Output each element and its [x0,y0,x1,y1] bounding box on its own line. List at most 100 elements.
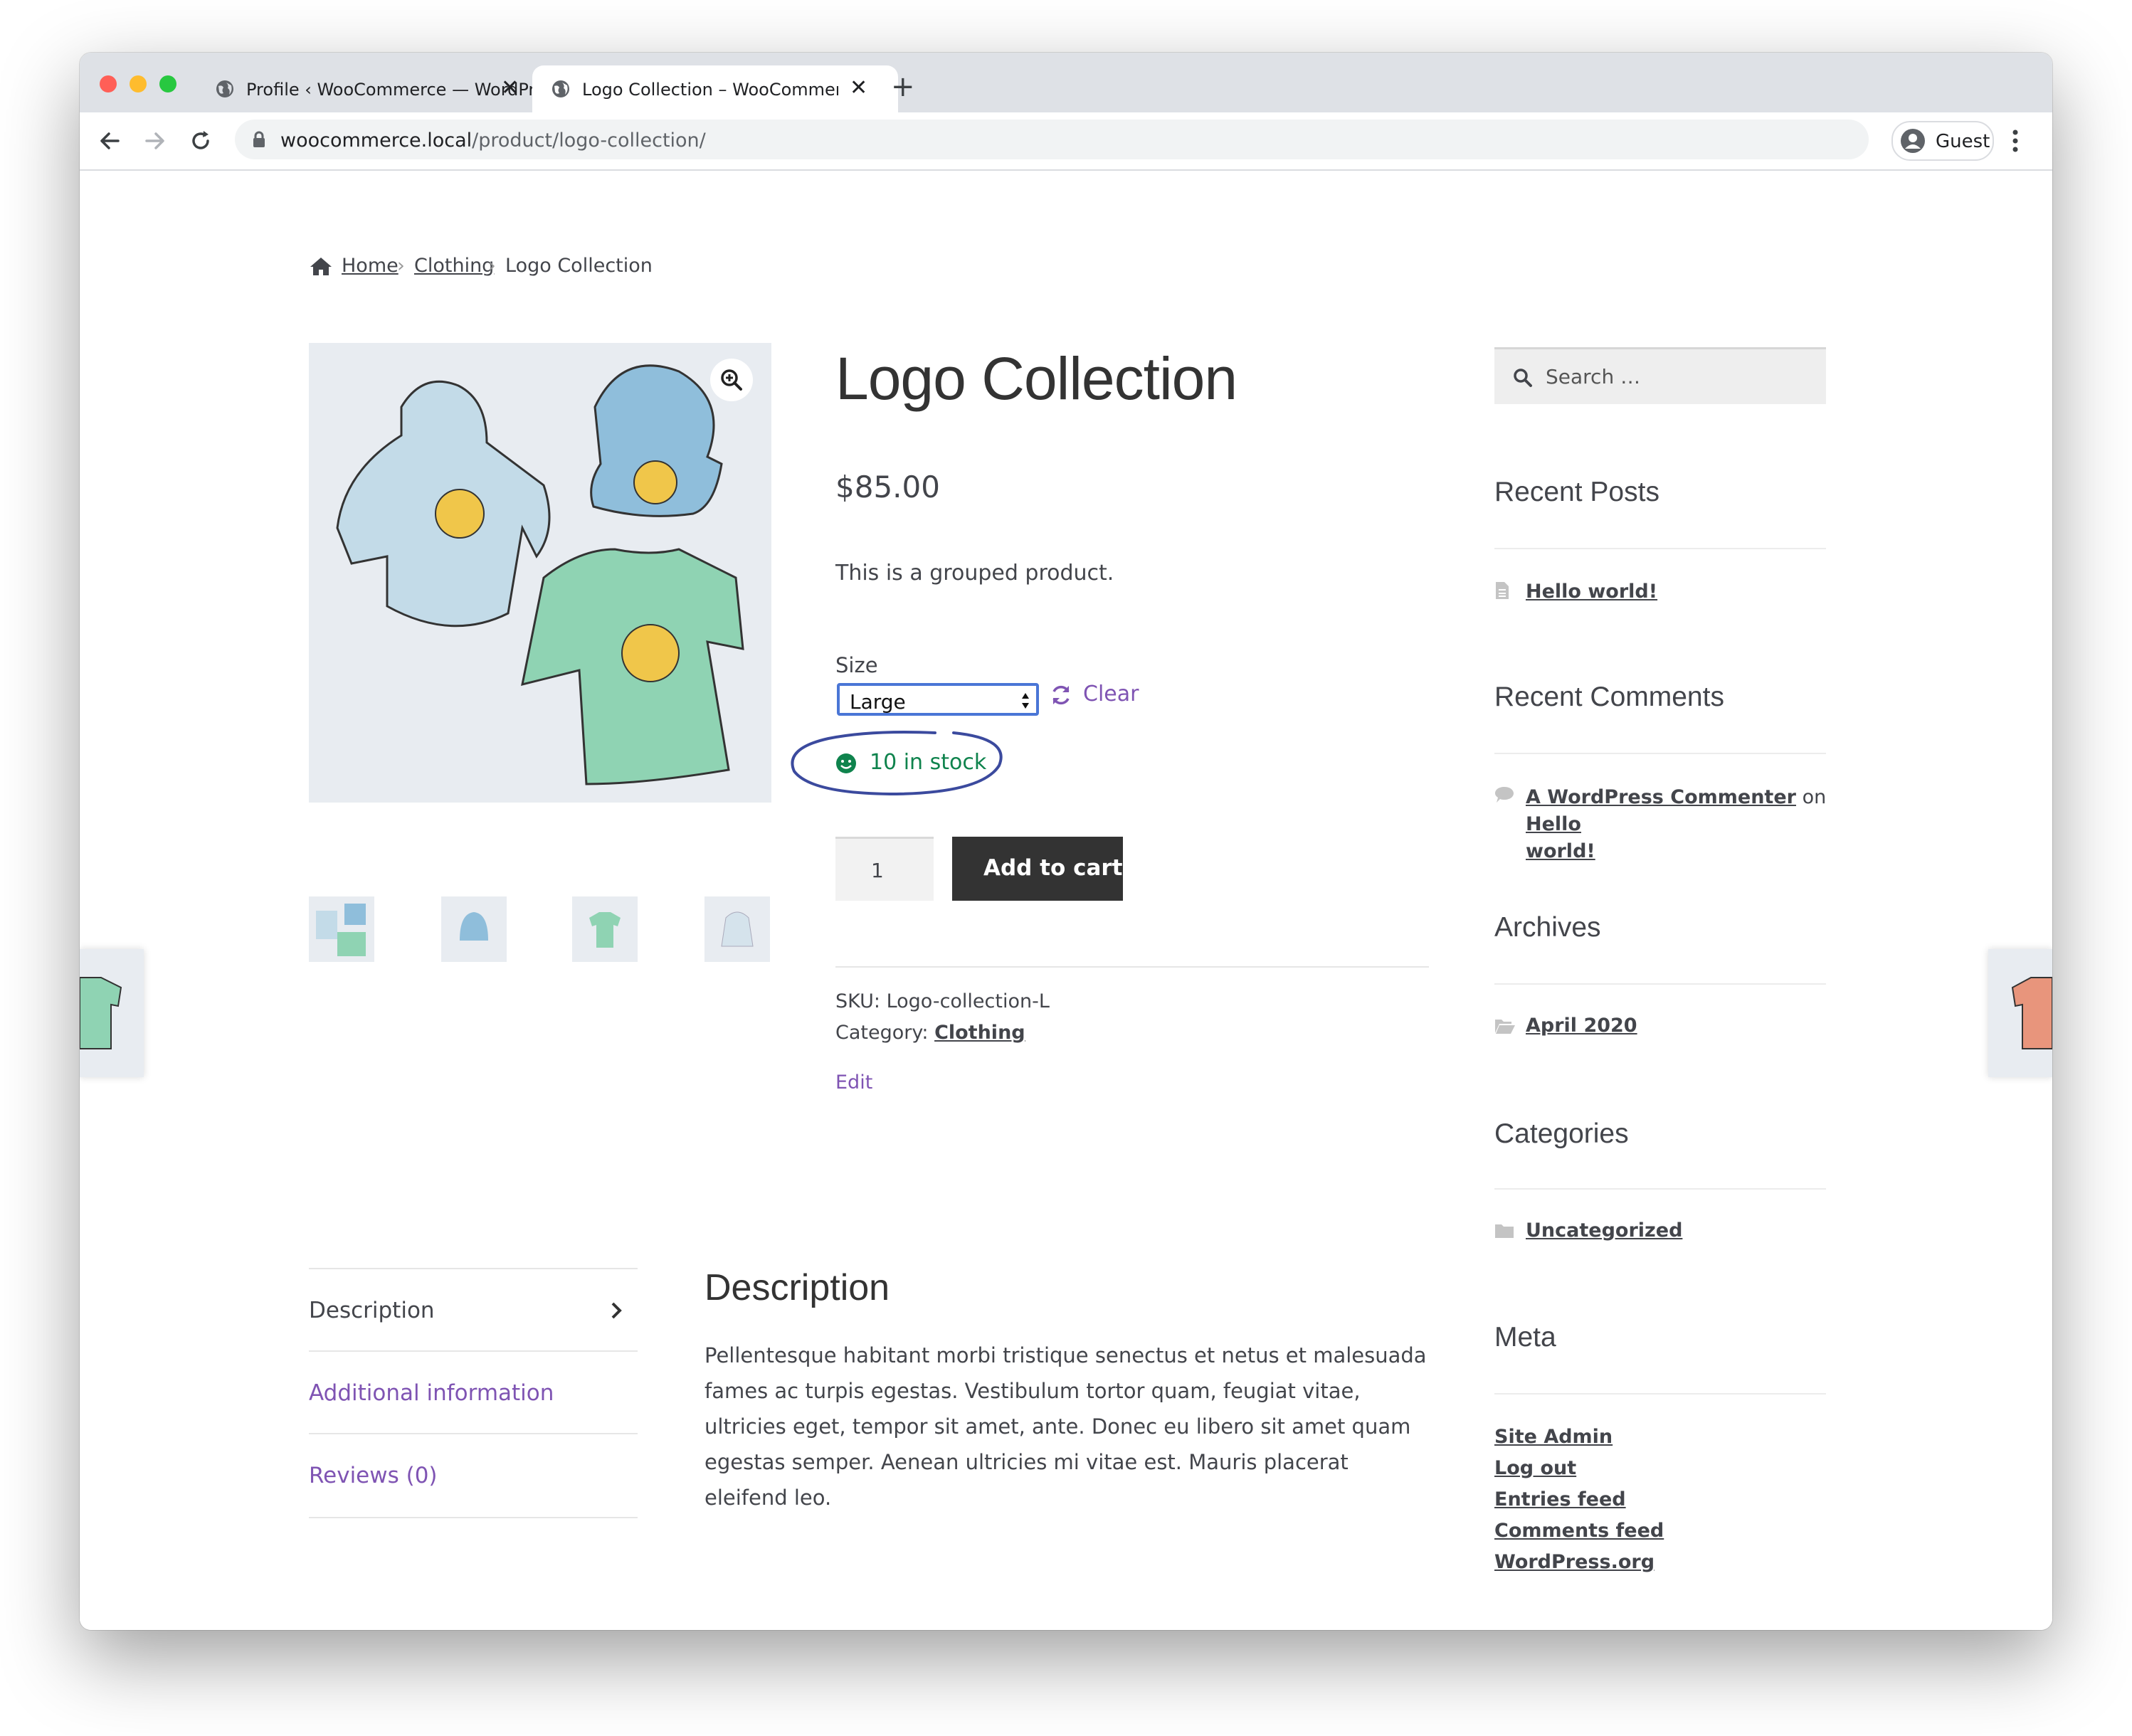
zoom-button[interactable] [710,359,753,401]
globe-icon [552,80,569,97]
size-select[interactable]: Large [837,683,1039,716]
tab-bar: Profile ‹ WooCommerce — WordPress ✕ Logo… [80,53,2052,112]
breadcrumb-category-link[interactable]: Clothing [414,255,494,277]
size-label: Size [835,653,878,677]
stock-text: 10 in stock [870,750,987,775]
thumbnail-image [316,904,366,956]
minimize-window-button[interactable] [130,75,147,92]
category-label: Category: [835,1022,929,1044]
divider [1494,983,1826,985]
thumbnail-image [460,912,488,941]
add-to-cart-button[interactable]: Add to cart [952,837,1123,901]
product-category: Category: Clothing [835,1022,1025,1044]
forward-arrow-icon[interactable] [142,128,168,154]
size-selected-value: Large [850,690,906,714]
breadcrumb-home-link[interactable]: Home [342,255,399,277]
divider [1494,1188,1826,1190]
tab-additional-information[interactable]: Additional information [309,1350,638,1434]
quantity-value: 1 [871,859,884,882]
tab-description[interactable]: Description [309,1268,638,1352]
next-product-image [2011,977,2052,1049]
add-to-cart-label: Add to cart [983,855,1123,881]
meta-heading: Meta [1494,1322,1556,1353]
recent-posts-heading: Recent Posts [1494,477,1659,507]
thumbnail-tshirt[interactable] [572,896,638,962]
globe-icon [216,80,233,97]
tab-title: Profile ‹ WooCommerce — WordPress [246,80,532,100]
profile-label: Guest [1936,131,1990,152]
category-link[interactable]: Uncategorized [1526,1219,1682,1242]
category-link[interactable]: Clothing [934,1022,1025,1044]
back-arrow-icon[interactable] [97,128,122,154]
meta-link-site-admin[interactable]: Site Admin [1494,1426,1613,1448]
thumbnail-collection[interactable] [309,896,374,962]
recent-post-link[interactable]: Hello world! [1526,581,1657,603]
recent-comment: A WordPress Commenter on Hello world! [1526,784,1832,865]
divider [1494,548,1826,549]
meta-link-entries-feed[interactable]: Entries feed [1494,1488,1626,1510]
chevron-right-icon [611,1302,622,1319]
reload-icon[interactable] [188,128,213,154]
product-price: $85.00 [835,470,940,504]
document-icon [1496,582,1509,599]
tab-reviews[interactable]: Reviews (0) [309,1433,638,1518]
url-path: /product/logo-collection/ [472,129,706,152]
breadcrumb-current: Logo Collection [505,255,653,277]
archives-heading: Archives [1494,912,1601,943]
close-icon[interactable]: ✕ [850,75,867,101]
thumbnail-image [589,912,621,948]
comment-on-text: on [1802,786,1827,808]
url-text: woocommerce.local/product/logo-collectio… [280,129,706,152]
tab-label: Additional information [309,1380,554,1406]
product-main-image[interactable] [309,343,771,803]
comment-post-link[interactable]: Hello [1526,813,1581,835]
breadcrumb-separator: › [397,255,405,277]
thumbnail-image [721,911,754,947]
quantity-input[interactable]: 1 [835,837,934,901]
folder-open-icon [1495,1020,1515,1034]
home-icon [310,258,332,275]
address-bar[interactable]: woocommerce.local/product/logo-collectio… [235,120,1869,159]
tab-label: Description [309,1298,435,1323]
refresh-icon [1052,685,1070,705]
select-arrows-icon [1022,693,1029,709]
user-icon [1901,129,1925,153]
url-host: woocommerce.local [280,129,473,152]
clear-label: Clear [1083,682,1139,706]
close-icon[interactable]: ✕ [501,75,519,101]
menu-kebab-icon[interactable] [2011,128,2020,154]
page-content: Home › Clothing › Logo Collection Logo C… [80,171,2052,1630]
search-icon [1514,369,1532,387]
new-tab-button[interactable]: + [891,73,915,101]
next-product-link[interactable] [1988,949,2052,1077]
meta-link-wordpress-org[interactable]: WordPress.org [1494,1551,1655,1573]
breadcrumb-separator: › [488,255,496,277]
profile-button[interactable]: Guest [1891,121,1994,161]
product-sku: SKU: Logo-collection-L [835,990,1050,1012]
lock-icon [253,131,265,147]
thumbnail-hoodie[interactable] [704,896,770,962]
search-placeholder: Search … [1546,365,1641,388]
comment-post-link[interactable]: world! [1526,840,1595,862]
description-heading: Description [704,1267,890,1308]
edit-link[interactable]: Edit [835,1071,872,1094]
tab-logo-collection[interactable]: Logo Collection – WooCommerce ✕ [532,65,898,112]
search-input[interactable]: Search … [1494,347,1826,404]
meta-link-log-out[interactable]: Log out [1494,1457,1576,1479]
previous-product-link[interactable] [80,949,144,1077]
divider [835,966,1429,968]
thumbnail-beanie[interactable] [441,896,507,962]
previous-product-image [80,977,122,1049]
product-illustration [336,364,744,785]
divider [1494,1393,1826,1394]
close-window-button[interactable] [100,75,117,92]
browser-window: Profile ‹ WooCommerce — WordPress ✕ Logo… [80,53,2052,1630]
maximize-window-button[interactable] [159,75,176,92]
tab-title: Logo Collection – WooCommerce [582,80,838,100]
comment-author-link[interactable]: A WordPress Commenter [1526,786,1796,808]
description-body: Pellentesque habitant morbi tristique se… [704,1343,1427,1510]
archive-link[interactable]: April 2020 [1526,1015,1637,1037]
meta-link-comments-feed[interactable]: Comments feed [1494,1520,1664,1542]
recent-comments-heading: Recent Comments [1494,682,1724,712]
zoom-icon [721,369,742,391]
